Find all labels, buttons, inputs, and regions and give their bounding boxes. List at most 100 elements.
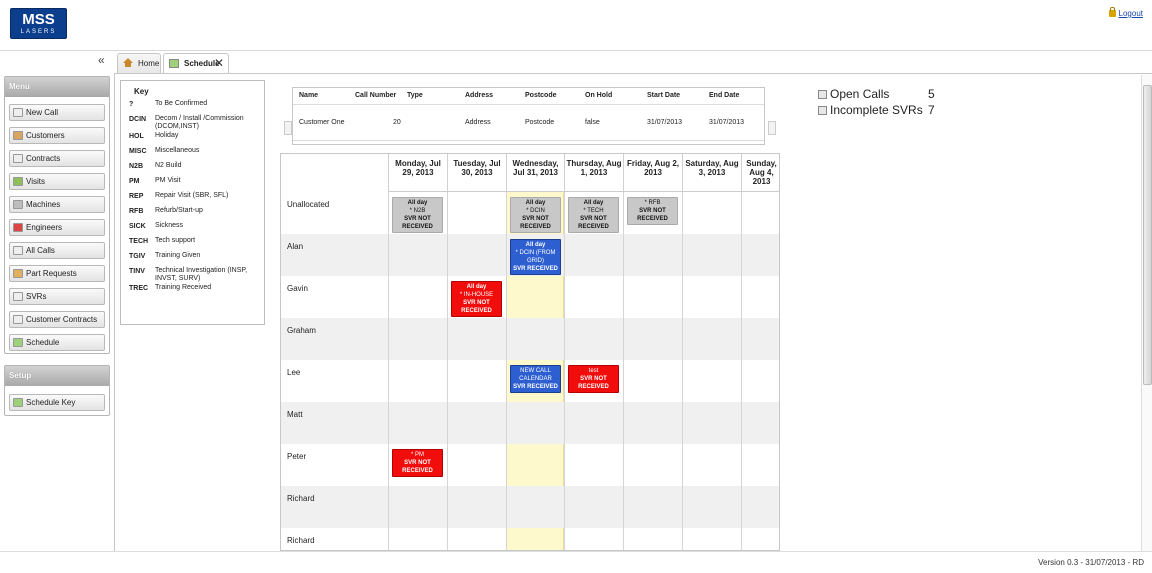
logout-link[interactable]: Logout [1108, 7, 1143, 18]
schedule-key-icon [13, 398, 23, 407]
engineer-name: Richard [287, 494, 315, 503]
footer-divider [0, 551, 1152, 552]
scrollbar-thumb[interactable] [1143, 85, 1152, 385]
event-unallocated-wed[interactable]: All day * DCIN SVR NOT RECEIVED [510, 197, 561, 233]
event-line: * DCIN [526, 208, 545, 214]
day-header[interactable]: Tuesday, Jul 30, 2013 [447, 154, 506, 192]
tab-schedule[interactable]: Schedule ✕ [163, 53, 229, 74]
table-row[interactable] [281, 276, 779, 318]
all-calls-button[interactable]: All Calls [9, 242, 105, 259]
table-row[interactable] [281, 402, 779, 444]
new-call-button[interactable]: New Call [9, 104, 105, 121]
version-text: Version 0.3 - 31/07/2013 - RD [1038, 558, 1144, 567]
engineer-name: Alan [287, 242, 304, 251]
col-postcode: Postcode [519, 88, 579, 105]
contracts-button[interactable]: Contracts [9, 150, 105, 167]
table-row[interactable] [281, 486, 779, 528]
logo-line1: MSS [22, 11, 55, 28]
open-calls-link[interactable]: Open Calls 5 [818, 86, 935, 102]
key-code: REP [129, 193, 144, 200]
key-row: TECH Tech support [129, 236, 264, 251]
schedule-key-button[interactable]: Schedule Key [9, 394, 105, 411]
column-divider [741, 192, 742, 550]
customer-contracts-icon [13, 315, 23, 324]
home-icon [123, 58, 133, 67]
event-line: All day [583, 200, 604, 206]
event-line: SVR RECEIVED [513, 384, 558, 390]
schedule-key-label: Schedule Key [26, 398, 76, 407]
key-row: ? To Be Confirmed [129, 99, 264, 114]
part-requests-button[interactable]: Part Requests [9, 265, 105, 282]
event-line: SVR NOT RECEIVED [461, 300, 492, 314]
call-scroll-left[interactable] [284, 121, 292, 135]
day-header[interactable]: Thursday, Aug 1, 2013 [564, 154, 623, 192]
event-peter-mon[interactable]: * PM SVR NOT RECEIVED [392, 449, 443, 477]
call-scroll-right[interactable] [768, 121, 776, 135]
schedule-button[interactable]: Schedule [9, 334, 105, 351]
table-row[interactable] [281, 318, 779, 360]
day-header[interactable]: Monday, Jul 29, 2013 [388, 154, 447, 192]
cell-start-date: 31/07/2013 [641, 104, 703, 141]
tab-bar: Home Schedule ✕ [114, 52, 1152, 74]
column-divider [564, 192, 565, 550]
event-unallocated-fri[interactable]: * RFB SVR NOT RECEIVED [627, 197, 678, 225]
customer-contracts-label: Customer Contracts [26, 315, 98, 324]
machines-button[interactable]: Machines [9, 196, 105, 213]
day-header[interactable]: Friday, Aug 2, 2013 [623, 154, 682, 192]
incomplete-svrs-link[interactable]: Incomplete SVRs 7 [818, 102, 935, 118]
customers-icon [13, 131, 23, 140]
cell-end-date: 31/07/2013 [703, 104, 764, 141]
app-window: MSS LASERS Logout « Menu New Call Custom… [0, 0, 1152, 573]
event-lee-wed[interactable]: NEW CALL CALENDAR SVR RECEIVED [510, 365, 561, 393]
key-code: TECH [129, 238, 149, 245]
key-description: PM Visit [155, 177, 181, 184]
key-description: Technical Investigation (INSP, INVST, SU… [155, 267, 248, 282]
key-description: Holiday [155, 132, 179, 139]
key-description: Decom / Install /Commission (DCOM,INST) [155, 115, 244, 130]
event-unallocated-mon[interactable]: All day * N2B SVR NOT RECEIVED [392, 197, 443, 233]
key-row: TREC Training Received [129, 283, 264, 298]
schedule-icon [13, 338, 23, 347]
day-header[interactable]: Saturday, Aug 3, 2013 [682, 154, 741, 192]
engineer-name: Unallocated [287, 200, 330, 209]
event-line: All day [525, 200, 546, 206]
customers-button[interactable]: Customers [9, 127, 105, 144]
event-line: SVR NOT RECEIVED [402, 460, 433, 474]
event-lee-thu[interactable]: test SVR NOT RECEIVED [568, 365, 619, 393]
engineers-icon [13, 223, 23, 232]
engineers-button[interactable]: Engineers [9, 219, 105, 236]
svrs-button[interactable]: SVRs [9, 288, 105, 305]
key-title: Key [134, 87, 149, 96]
new-call-label: New Call [26, 108, 59, 117]
schedule-grid: Unallocated Alan Gavin Graham Lee Matt Peter Ri… [280, 153, 780, 551]
event-gavin-tue[interactable]: All day * IN-HOUSE SVR NOT RECEIVED [451, 281, 502, 317]
table-row[interactable]: Customer One 20 Address Postcode false 3… [293, 104, 764, 141]
customer-contracts-button[interactable]: Customer Contracts [9, 311, 105, 328]
day-header[interactable]: Sunday, Aug 4, 2013 [741, 154, 779, 192]
collapse-panel-icon[interactable]: « [98, 54, 105, 66]
close-tab-icon[interactable]: ✕ [214, 54, 224, 73]
engineer-name: Lee [287, 368, 301, 377]
key-row: TGIV Training Given [129, 251, 264, 266]
table-row[interactable] [281, 528, 779, 550]
event-line: * PM [410, 452, 424, 458]
key-code: DCIN [129, 116, 147, 123]
vertical-scrollbar[interactable] [1141, 75, 1152, 551]
key-row: REP Repair Visit (SBR, SFL) [129, 191, 264, 206]
key-row: SICK Sickness [129, 221, 264, 236]
cell-call-number: 20 [349, 104, 459, 141]
engineer-name: Graham [287, 326, 316, 335]
day-header[interactable]: Wednesday, Jul 31, 2013 [506, 154, 564, 192]
content-top-border [114, 73, 1152, 74]
svrs-label: SVRs [26, 292, 47, 301]
column-divider [447, 192, 448, 550]
content-left-border [114, 73, 115, 551]
event-alan-wed[interactable]: All day * DCIN (FROM GRID) SVR RECEIVED [510, 239, 561, 275]
event-unallocated-thu[interactable]: All day * TECH SVR NOT RECEIVED [568, 197, 619, 233]
key-code: HOL [129, 133, 144, 140]
event-line: * RFB [644, 200, 661, 206]
setup-title: Setup [5, 366, 109, 386]
visits-button[interactable]: Visits [9, 173, 105, 190]
tab-home[interactable]: Home [117, 53, 161, 74]
table-row[interactable] [281, 444, 779, 486]
